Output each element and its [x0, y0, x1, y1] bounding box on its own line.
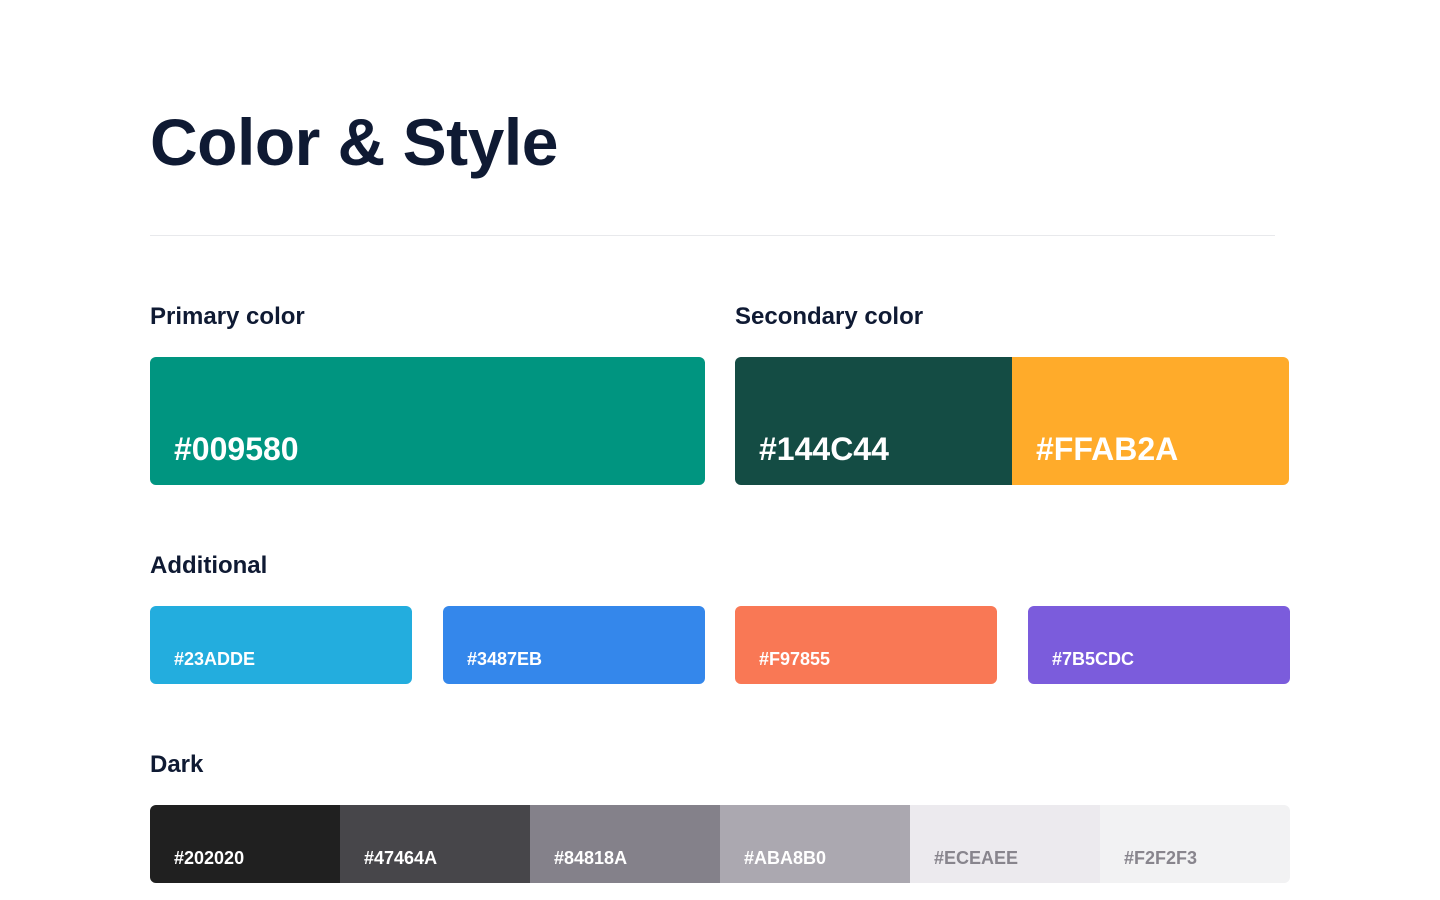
additional-swatch: #7B5CDC: [1028, 606, 1290, 684]
dark-swatch-hex: #202020: [174, 848, 245, 868]
additional-swatch: #F97855: [735, 606, 997, 684]
additional-swatch-hex: #7B5CDC: [1052, 649, 1135, 669]
additional-swatch: #3487EB: [443, 606, 705, 684]
additional-color-label: Additional: [150, 552, 268, 579]
additional-swatch-hex: #23ADDE: [174, 649, 256, 669]
dark-swatch-hex: #ABA8B0: [744, 848, 827, 868]
dark-swatch: #84818A: [530, 805, 720, 883]
title-divider: [150, 235, 1275, 236]
dark-swatch-hex: #ECEAEE: [934, 848, 1019, 868]
dark-swatch: #202020: [150, 805, 340, 883]
secondary-swatch-hex: #FFAB2A: [1036, 431, 1179, 467]
dark-swatch-hex: #47464A: [364, 848, 438, 868]
additional-swatch-hex: #3487EB: [467, 649, 543, 669]
secondary-swatch: #144C44: [735, 357, 1012, 485]
style-guide-page: Color & Style Primary color #009580 Seco…: [150, 0, 1290, 900]
dark-swatch: #47464A: [340, 805, 530, 883]
dark-swatch-hex: #F2F2F3: [1124, 848, 1198, 868]
dark-swatch: #ECEAEE: [910, 805, 1100, 883]
page-title: Color & Style: [150, 105, 558, 179]
additional-swatch: #23ADDE: [150, 606, 412, 684]
dark-swatch-group: #202020 #47464A #84818A #ABA8B0 #ECEAEE …: [150, 805, 1290, 883]
primary-color-label: Primary color: [150, 303, 305, 330]
additional-swatch-hex: #F97855: [759, 649, 831, 669]
secondary-swatch-group: #144C44 #FFAB2A: [735, 357, 1289, 485]
secondary-color-label: Secondary color: [735, 303, 924, 330]
dark-swatch-hex: #84818A: [554, 848, 628, 868]
secondary-swatch: #FFAB2A: [1012, 357, 1289, 485]
secondary-swatch-hex: #144C44: [759, 431, 889, 467]
dark-swatch: #ABA8B0: [720, 805, 910, 883]
primary-swatch-hex: #009580: [174, 431, 299, 467]
dark-color-label: Dark: [150, 751, 204, 778]
primary-swatch: #009580: [150, 357, 705, 485]
dark-swatch: #F2F2F3: [1100, 805, 1290, 883]
